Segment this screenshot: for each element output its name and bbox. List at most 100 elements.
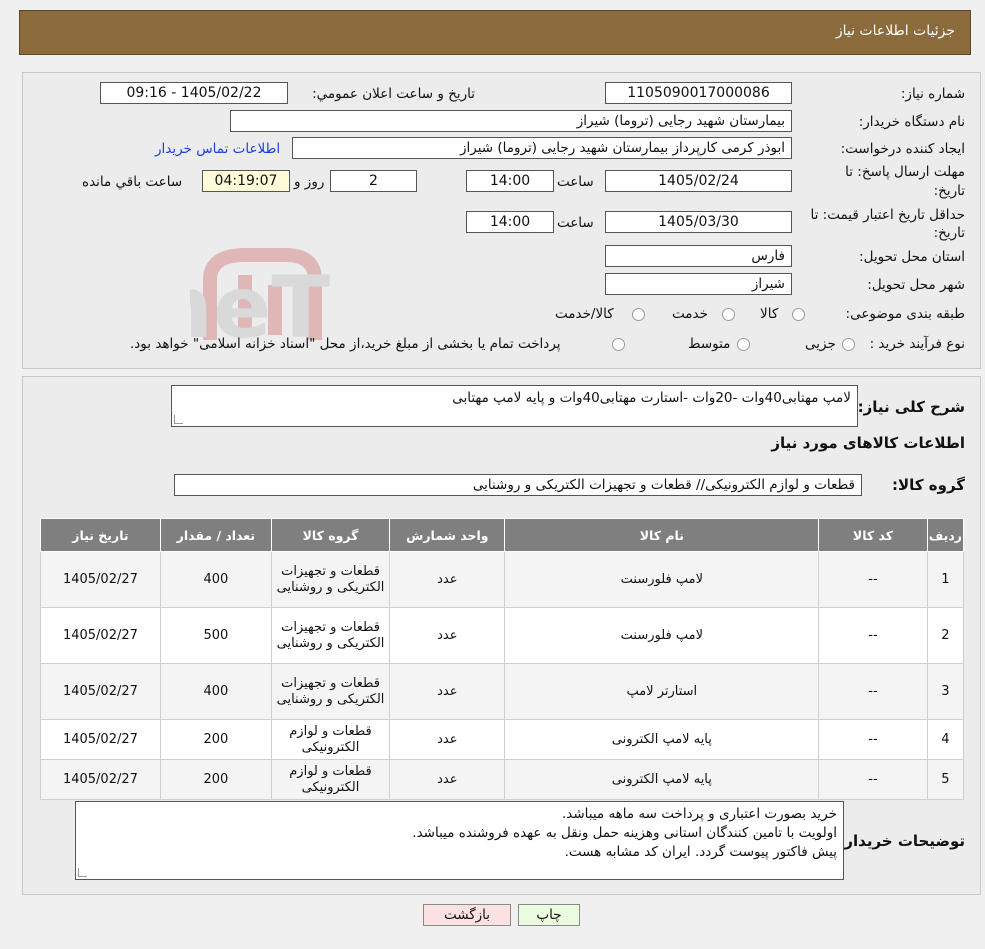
category-label: طبقه بندی موضوعی: xyxy=(845,306,965,322)
back-button[interactable]: بازگشت xyxy=(423,904,511,926)
description-textarea[interactable]: لامپ مهتابی40وات -20وات -استارت مهتابی40… xyxy=(171,385,858,427)
process-radio-minor[interactable] xyxy=(842,338,855,351)
cell-code: -- xyxy=(818,719,928,760)
cell-name: استارتر لامپ xyxy=(504,663,820,720)
cell-code: -- xyxy=(818,607,928,664)
announce-label: تاریخ و ساعت اعلان عمومي: xyxy=(312,86,475,102)
col-header-name: نام کالا xyxy=(504,518,820,552)
resize-handle-icon[interactable] xyxy=(78,868,87,877)
deadline-time-label: ساعت xyxy=(557,174,594,190)
category-option-goods-service: کالا/خدمت xyxy=(555,306,614,322)
col-header-date: تاریخ نیاز xyxy=(40,518,161,552)
creator-field: ابوذر کرمی کارپرداز بیمارستان شهید رجایی… xyxy=(292,137,792,159)
goods-group-label: گروه کالا: xyxy=(892,476,965,494)
cell-date: 1405/02/27 xyxy=(40,551,161,608)
col-header-quantity: تعداد / مقدار xyxy=(159,518,272,552)
deadline-label: مهلت ارسال پاسخ: تا xyxy=(845,164,965,180)
category-radio-service[interactable] xyxy=(722,308,735,321)
goods-table: ردیف کد کالا نام کالا واحد شمارش گروه کا… xyxy=(40,518,965,800)
col-header-unit: واحد شمارش xyxy=(389,518,506,552)
cell-date: 1405/02/27 xyxy=(40,719,161,760)
cell-group: قطعات و تجهیزات الکتریکی و روشنایی xyxy=(270,607,391,664)
table-row: 3 -- استارتر لامپ عدد قطعات و تجهیزات ال… xyxy=(40,663,965,720)
cell-unit: عدد xyxy=(389,663,506,720)
deadline-date-field: 1405/02/24 xyxy=(605,170,792,192)
buyer-note-line: پیش فاکتور پیوست گردد. ایران کد مشابه هس… xyxy=(564,844,837,860)
cell-unit: عدد xyxy=(389,759,506,800)
cell-unit: عدد xyxy=(389,551,506,608)
process-radio-medium[interactable] xyxy=(737,338,750,351)
resize-handle-icon[interactable] xyxy=(174,415,183,424)
cell-code: -- xyxy=(818,663,928,720)
goods-group-field: قطعات و لوازم الکترونیکی// قطعات و تجهیز… xyxy=(174,474,862,496)
table-header-row: ردیف کد کالا نام کالا واحد شمارش گروه کا… xyxy=(40,518,965,552)
description-text: لامپ مهتابی40وات -20وات -استارت مهتابی40… xyxy=(452,390,851,406)
validity-label: حداقل تاریخ اعتبار قیمت: تا xyxy=(810,207,965,223)
cell-date: 1405/02/27 xyxy=(40,663,161,720)
province-label: استان محل تحویل: xyxy=(859,249,965,265)
cell-group: قطعات و لوازم الکترونیکی xyxy=(270,719,391,760)
cell-name: پایه لامپ الکترونی xyxy=(504,719,820,760)
deadline-time-field: 14:00 xyxy=(466,170,554,192)
category-radio-goods-service[interactable] xyxy=(632,308,645,321)
announce-datetime-field: 1405/02/22 - 09:16 xyxy=(100,82,288,104)
cell-code: -- xyxy=(818,551,928,608)
buyer-contact-link[interactable]: اطلاعات تماس خریدار xyxy=(155,141,280,157)
remaining-time-field: 04:19:07 xyxy=(202,170,290,192)
cell-code: -- xyxy=(818,759,928,800)
validity-date-field: 1405/03/30 xyxy=(605,211,792,233)
buyer-note-line: اولویت با تامین کنندگان استانی وهزینه حم… xyxy=(412,825,837,841)
cell-unit: عدد xyxy=(389,607,506,664)
need-number-label: شماره نیاز: xyxy=(900,86,965,102)
category-option-goods: کالا xyxy=(760,306,779,322)
creator-label: ايجاد كننده درخواست: xyxy=(840,141,965,157)
cell-group: قطعات و تجهیزات الکتریکی و روشنایی xyxy=(270,551,391,608)
days-label: روز و xyxy=(294,174,325,190)
process-label: نوع فرآيند خريد : xyxy=(869,336,965,352)
cell-date: 1405/02/27 xyxy=(40,759,161,800)
cell-unit: عدد xyxy=(389,719,506,760)
cell-quantity: 400 xyxy=(159,663,272,720)
cell-quantity: 500 xyxy=(159,607,272,664)
page-header: جزئیات اطلاعات نیاز xyxy=(19,10,971,55)
buyer-notes-label: توضیحات خریدار: xyxy=(838,832,965,850)
table-row: 2 -- لامپ فلورسنت عدد قطعات و تجهیزات ال… xyxy=(40,607,965,664)
cell-name: لامپ فلورسنت xyxy=(504,607,820,664)
remaining-time-label: ساعت باقي مانده xyxy=(82,174,183,190)
process-option-minor: جزیی xyxy=(805,336,836,352)
goods-info-title: اطلاعات کالاهای مورد نیاز xyxy=(771,434,965,452)
table-row: 4 -- پایه لامپ الکترونی عدد قطعات و لواز… xyxy=(40,719,965,760)
table-row: 5 -- پایه لامپ الکترونی عدد قطعات و لواز… xyxy=(40,759,965,800)
cell-row-number: 1 xyxy=(926,551,965,608)
print-button[interactable]: چاپ xyxy=(518,904,580,926)
cell-date: 1405/02/27 xyxy=(40,607,161,664)
deadline-date-label: تاریخ: xyxy=(933,183,965,199)
province-field: فارس xyxy=(605,245,792,267)
buyer-note-line: خرید بصورت اعتباری و پرداخت سه ماهه میبا… xyxy=(561,806,837,822)
buyer-field: بیمارستان شهید رجایی (تروما) شیراز xyxy=(230,110,792,132)
validity-time-label: ساعت xyxy=(557,215,594,231)
process-option-medium: متوسط xyxy=(688,336,731,352)
cell-quantity: 200 xyxy=(159,759,272,800)
cell-quantity: 400 xyxy=(159,551,272,608)
cell-row-number: 4 xyxy=(926,719,965,760)
category-option-service: خدمت xyxy=(672,306,708,322)
page-title: جزئیات اطلاعات نیاز xyxy=(835,23,955,39)
process-note: پرداخت تمام یا بخشی از مبلغ خرید،از محل … xyxy=(130,336,561,352)
buyer-notes-textarea[interactable]: خرید بصورت اعتباری و پرداخت سه ماهه میبا… xyxy=(75,801,844,880)
description-label: شرح کلی نیاز: xyxy=(857,398,965,416)
cell-group: قطعات و لوازم الکترونیکی xyxy=(270,759,391,800)
cell-row-number: 5 xyxy=(926,759,965,800)
days-remaining-field: 2 xyxy=(330,170,417,192)
process-radio-treasury[interactable] xyxy=(612,338,625,351)
buyer-label: نام دستگاه خريدار: xyxy=(858,114,965,130)
city-field: شیراز xyxy=(605,273,792,295)
validity-date-label: تاریخ: xyxy=(933,225,965,241)
col-header-code: کد کالا xyxy=(818,518,928,552)
cell-row-number: 3 xyxy=(926,663,965,720)
cell-row-number: 2 xyxy=(926,607,965,664)
need-number-field: 1105090017000086 xyxy=(605,82,792,104)
col-header-row-number: ردیف xyxy=(926,518,965,552)
cell-quantity: 200 xyxy=(159,719,272,760)
category-radio-goods[interactable] xyxy=(792,308,805,321)
